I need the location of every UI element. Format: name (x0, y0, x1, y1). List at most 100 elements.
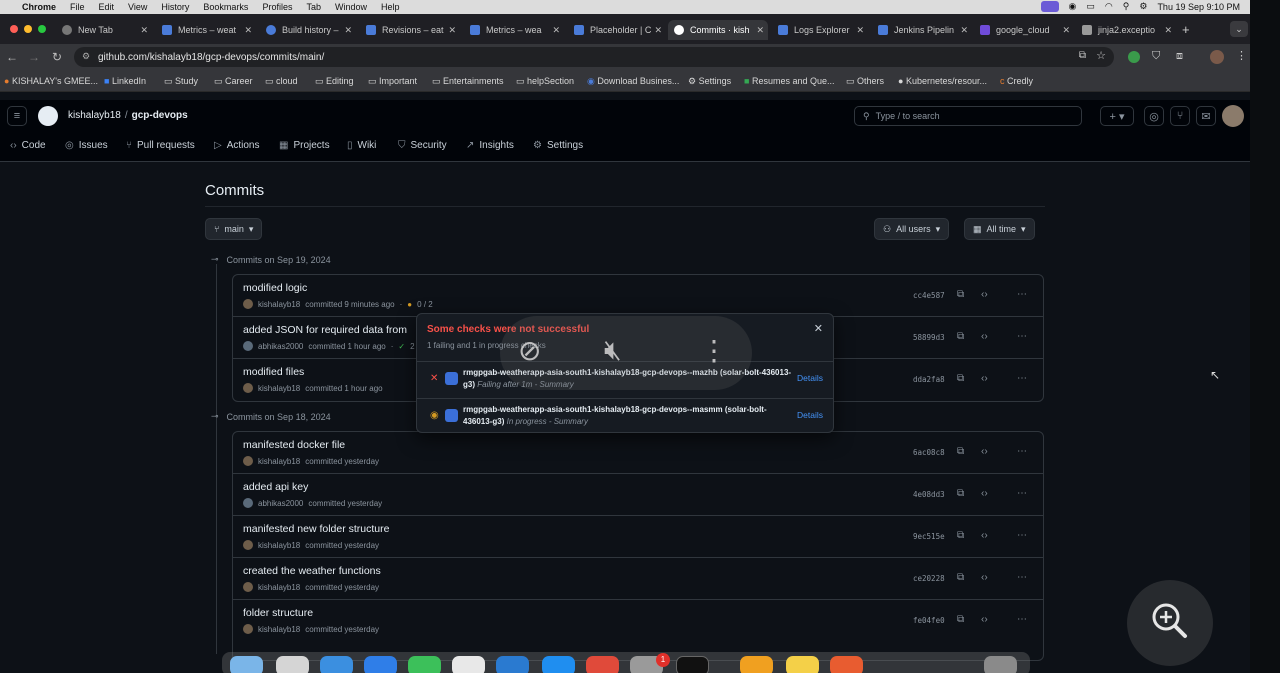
check-status-count[interactable]: 0 / 2 (417, 300, 433, 309)
more-options-icon[interactable]: ⋯ (1017, 530, 1027, 541)
more-options-icon[interactable]: ⋯ (1017, 614, 1027, 625)
tab-new-tab[interactable]: New Tab ✕ (56, 20, 152, 40)
tab-jinja2[interactable]: jinja2.exceptio ✕ (1076, 20, 1176, 40)
bookmark-gmeet[interactable]: ● KISHALAY's GMEE... (4, 76, 98, 86)
close-tab-icon[interactable]: ✕ (654, 25, 662, 36)
menu-edit[interactable]: Edit (99, 2, 115, 12)
tab-jenkins[interactable]: Jenkins Pipelin ✕ (872, 20, 972, 40)
facetime-icon[interactable] (408, 656, 441, 673)
extension-shield-icon[interactable]: ⛉ (1152, 50, 1160, 63)
copy-icon[interactable]: ⧉ (957, 446, 964, 457)
swift-icon[interactable] (830, 656, 863, 673)
tab-projects[interactable]: ▦ Projects (279, 140, 330, 151)
details-link[interactable]: Details (797, 373, 823, 383)
menu-tab[interactable]: Tab (306, 2, 321, 12)
commit-message-link[interactable]: modified logic (243, 282, 307, 294)
check-status-count[interactable]: 2 (410, 342, 414, 351)
extension-grammarly-icon[interactable] (1128, 51, 1140, 63)
bookmark-star-icon[interactable]: ☆ (1096, 49, 1106, 62)
commit-message-link[interactable]: added JSON for required data from (243, 324, 407, 336)
check-item[interactable]: ◉ rmgpgab-weatherapp-asia-south1-kishala… (417, 398, 833, 434)
commit-author[interactable]: abhikas2000 (258, 342, 303, 351)
bookmark-folder-career[interactable]: ▭ Career (214, 76, 253, 87)
avatar[interactable] (243, 383, 253, 393)
commit-row[interactable]: folder structure kishalayb18 committed ye… (233, 600, 1043, 642)
tab-settings[interactable]: ⚙ Settings (533, 140, 583, 151)
tab-wiki[interactable]: ▯ Wiki (347, 140, 376, 151)
close-tab-icon[interactable]: ✕ (960, 25, 968, 36)
install-icon[interactable]: ⧉ (1079, 50, 1086, 61)
menu-view[interactable]: View (128, 2, 147, 12)
commit-author[interactable]: kishalayb18 (258, 541, 300, 550)
more-options-icon[interactable]: ⋯ (1017, 572, 1027, 583)
commit-row[interactable]: added api key abhikas2000 committed yeste… (233, 474, 1043, 516)
copy-icon[interactable]: ⧉ (957, 331, 964, 342)
profile-avatar[interactable] (1210, 50, 1224, 64)
commit-sha-link[interactable]: fe04fe0 (913, 616, 945, 625)
bookmark-resumes[interactable]: ■ Resumes and Que... (744, 76, 835, 86)
close-window-icon[interactable] (10, 25, 18, 33)
forward-icon[interactable]: → (28, 50, 40, 64)
terminal-icon[interactable] (676, 656, 709, 673)
bookmark-folder-important[interactable]: ▭ Important (368, 76, 417, 87)
avatar[interactable] (243, 540, 253, 550)
tab-commits[interactable]: Commits · kish ✕ (668, 20, 768, 40)
close-tab-icon[interactable]: ✕ (344, 25, 352, 36)
bookmark-folder-study[interactable]: ▭ Study (164, 76, 198, 87)
trash-icon[interactable] (984, 656, 1017, 673)
bookmark-folder-others[interactable]: ▭ Others (846, 76, 884, 87)
commit-sha-link[interactable]: 6ac08c8 (913, 448, 945, 457)
repo-name-link[interactable]: gcp-devops (132, 110, 188, 121)
close-tab-icon[interactable]: ✕ (552, 25, 560, 36)
commit-message-link[interactable]: created the weather functions (243, 565, 381, 577)
new-tab-button[interactable]: + (1182, 22, 1190, 37)
avatar[interactable] (243, 582, 253, 592)
close-tab-icon[interactable]: ✕ (1062, 25, 1070, 36)
browse-code-icon[interactable]: ‹› (981, 331, 988, 342)
tab-metrics-1[interactable]: Metrics – weat ✕ (156, 20, 256, 40)
tab-insights[interactable]: ↗ Insights (466, 140, 514, 151)
bookmark-credly[interactable]: c Credly (1000, 76, 1033, 86)
zoom-window-icon[interactable] (38, 25, 46, 33)
zoom-button[interactable] (1127, 580, 1213, 666)
close-tab-icon[interactable]: ✕ (448, 25, 456, 36)
screen-record-icon[interactable] (1040, 1, 1059, 12)
safari-icon[interactable] (320, 656, 353, 673)
bookmark-folder-editing[interactable]: ▭ Editing (315, 76, 354, 87)
menu-window[interactable]: Window (335, 2, 367, 12)
browse-code-icon[interactable]: ‹› (981, 614, 988, 625)
back-icon[interactable]: ← (6, 50, 18, 64)
menu-help[interactable]: Help (381, 2, 400, 12)
tab-placeholder[interactable]: Placeholder | C ✕ (568, 20, 666, 40)
issues-icon[interactable]: ◎ (1144, 106, 1164, 126)
repo-owner-link[interactable]: kishalayb18 (68, 110, 121, 121)
hamburger-menu-icon[interactable]: ≡ (7, 106, 27, 126)
menu-app-name[interactable]: Chrome (22, 2, 56, 12)
copy-icon[interactable]: ⧉ (957, 614, 964, 625)
close-tab-icon[interactable]: ✕ (244, 25, 252, 36)
more-options-icon[interactable]: ⋯ (1017, 488, 1027, 499)
more-options-icon[interactable]: ⋯ (1017, 446, 1027, 457)
commit-author[interactable]: kishalayb18 (258, 583, 300, 592)
commit-sha-link[interactable]: 4e08dd3 (913, 490, 945, 499)
browse-code-icon[interactable]: ‹› (981, 373, 988, 384)
status-icon[interactable]: ◉ (1069, 1, 1077, 12)
browse-code-icon[interactable]: ‹› (981, 446, 988, 457)
spotlight-icon[interactable]: ⚲ (1123, 1, 1130, 12)
copy-icon[interactable]: ⧉ (957, 530, 964, 541)
close-tab-icon[interactable]: ✕ (1164, 25, 1172, 36)
commit-row[interactable]: manifested new folder structure kishalay… (233, 516, 1043, 558)
create-new-button[interactable]: + ▾ (1100, 106, 1134, 126)
bookmark-folder-helpsection[interactable]: ▭ helpSection (516, 76, 574, 87)
tab-search-button[interactable]: ⌄ (1230, 21, 1248, 37)
commit-author[interactable]: kishalayb18 (258, 457, 300, 466)
avatar[interactable] (243, 498, 253, 508)
more-options-icon[interactable]: ⋯ (1017, 289, 1027, 300)
tab-pull-requests[interactable]: ⑂ Pull requests (126, 140, 195, 151)
browse-code-icon[interactable]: ‹› (981, 488, 988, 499)
notes-icon[interactable] (786, 656, 819, 673)
commit-sha-link[interactable]: 9ec515e (913, 532, 945, 541)
finder-icon[interactable] (230, 656, 263, 673)
commit-row[interactable]: created the weather functions kishalayb1… (233, 558, 1043, 600)
tab-issues[interactable]: ◎ Issues (65, 140, 108, 151)
